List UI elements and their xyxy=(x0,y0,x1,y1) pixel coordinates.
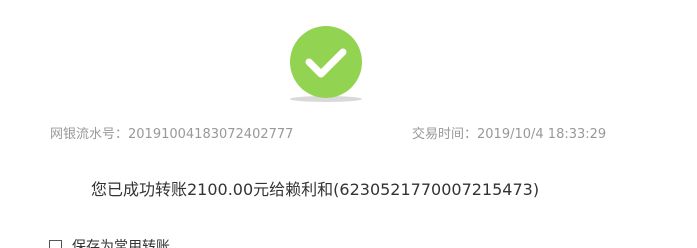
success-message: 您已成功转账2100.00元给赖利和(6230521770007215473) xyxy=(91,180,540,199)
transaction-serial: 网银流水号：20191004183072402777 xyxy=(50,123,293,142)
time-label: 交易时间： xyxy=(412,127,478,142)
serial-value: 20191004183072402777 xyxy=(128,127,294,142)
time-value: 2019/10/4 18:33:29 xyxy=(477,127,607,142)
save-as-frequent-option[interactable]: 保存为常用转账 xyxy=(49,236,170,248)
check-circle-icon xyxy=(290,26,362,102)
serial-label: 网银流水号： xyxy=(50,127,129,142)
transaction-time: 交易时间：2019/10/4 18:33:29 xyxy=(412,123,606,142)
save-frequent-label[interactable]: 保存为常用转账 xyxy=(72,236,170,248)
transfer-result-page: 网银流水号：20191004183072402777 交易时间：2019/10/… xyxy=(0,0,697,248)
save-frequent-checkbox[interactable] xyxy=(49,239,62,248)
